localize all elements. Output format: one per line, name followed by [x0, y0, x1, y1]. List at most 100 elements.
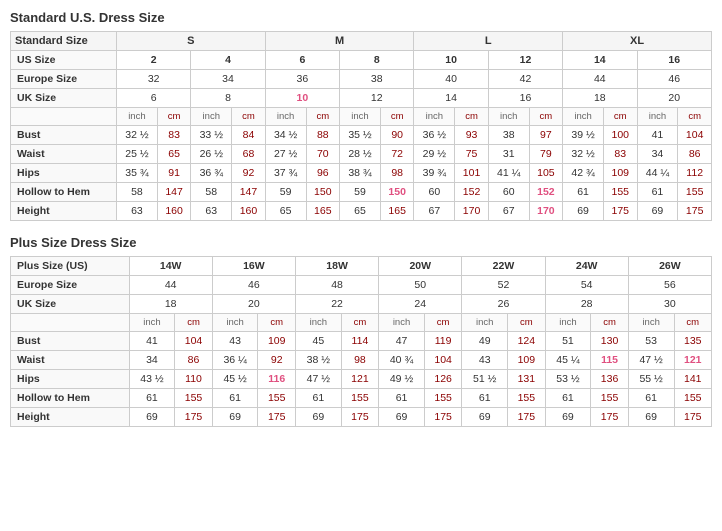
- unit-cm-5: cm: [455, 108, 489, 126]
- std-bust-1: 83: [157, 126, 191, 145]
- std-waist-14: 34: [637, 145, 678, 164]
- plus-waist-2: 36 ¼: [212, 351, 258, 370]
- plus-hips-3: 116: [258, 370, 295, 389]
- plus-unit-cm-3: cm: [341, 314, 378, 332]
- plus-uk-24: 24: [379, 295, 462, 314]
- std-hips-9: 101: [455, 164, 489, 183]
- plus-height-6: 69: [379, 408, 425, 427]
- plus-hips-10: 53 ½: [545, 370, 591, 389]
- europe-size-label: Europe Size: [11, 70, 117, 89]
- plus-hollow-to-hem-2: 61: [212, 389, 258, 408]
- plus-height-2: 69: [212, 408, 258, 427]
- unit-inch-7: inch: [563, 108, 604, 126]
- plus-hollow-to-hem-5: 155: [341, 389, 378, 408]
- plus-bust-2: 43: [212, 332, 258, 351]
- std-waist-3: 68: [232, 145, 266, 164]
- plus-waist-4: 38 ½: [295, 351, 341, 370]
- std-hollow-to-hem-13: 155: [604, 183, 638, 202]
- standard-size-header: Standard Size: [11, 32, 117, 51]
- plus-height-5: 175: [341, 408, 378, 427]
- unit-cm-6: cm: [529, 108, 563, 126]
- std-waist-1: 65: [157, 145, 191, 164]
- std-hollow-to-hem-4: 59: [265, 183, 306, 202]
- plus-eu-46: 46: [212, 276, 295, 295]
- plus-uk-26: 26: [462, 295, 545, 314]
- measurement-label-waist: Waist: [11, 145, 117, 164]
- unit-inch-2: inch: [191, 108, 232, 126]
- plus-bust-6: 47: [379, 332, 425, 351]
- us-4: 4: [191, 51, 265, 70]
- plus-hips-1: 110: [175, 370, 212, 389]
- std-hollow-to-hem-0: 58: [116, 183, 157, 202]
- std-bust-13: 100: [604, 126, 638, 145]
- plus-waist-0: 34: [129, 351, 175, 370]
- plus-hollow-to-hem-6: 61: [379, 389, 425, 408]
- unit-cm-1: cm: [157, 108, 191, 126]
- plus-bust-5: 114: [341, 332, 378, 351]
- std-height-11: 170: [529, 202, 563, 221]
- plus-waist-9: 109: [508, 351, 545, 370]
- std-hollow-to-hem-10: 60: [488, 183, 529, 202]
- std-hollow-to-hem-1: 147: [157, 183, 191, 202]
- plus-hips-12: 55 ½: [628, 370, 674, 389]
- plus-bust-7: 119: [424, 332, 461, 351]
- std-waist-13: 83: [604, 145, 638, 164]
- eu-44: 44: [563, 70, 637, 89]
- std-hollow-to-hem-15: 155: [678, 183, 712, 202]
- plus-uk-label: UK Size: [11, 295, 130, 314]
- plus-measurement-label-hips: Hips: [11, 370, 130, 389]
- plus-hollow-to-hem-3: 155: [258, 389, 295, 408]
- plus-bust-10: 51: [545, 332, 591, 351]
- std-hips-11: 105: [529, 164, 563, 183]
- std-waist-5: 70: [306, 145, 340, 164]
- plus-height-7: 175: [424, 408, 461, 427]
- std-waist-12: 32 ½: [563, 145, 604, 164]
- uk-6: 6: [116, 89, 190, 108]
- plus-waist-3: 92: [258, 351, 295, 370]
- std-height-13: 175: [604, 202, 638, 221]
- std-height-7: 165: [380, 202, 414, 221]
- unit-cm-8: cm: [678, 108, 712, 126]
- plus-height-9: 175: [508, 408, 545, 427]
- eu-40: 40: [414, 70, 488, 89]
- plus-waist-7: 104: [424, 351, 461, 370]
- std-hips-7: 98: [380, 164, 414, 183]
- std-bust-6: 35 ½: [340, 126, 381, 145]
- plus-hips-4: 47 ½: [295, 370, 341, 389]
- standard-title: Standard U.S. Dress Size: [10, 10, 712, 25]
- std-hollow-to-hem-12: 61: [563, 183, 604, 202]
- plus-height-11: 175: [591, 408, 628, 427]
- plus-height-4: 69: [295, 408, 341, 427]
- us-12: 12: [488, 51, 562, 70]
- plus-hips-11: 136: [591, 370, 628, 389]
- plus-height-12: 69: [628, 408, 674, 427]
- plus-eu-52: 52: [462, 276, 545, 295]
- unit-cm-2: cm: [232, 108, 266, 126]
- std-waist-6: 28 ½: [340, 145, 381, 164]
- plus-height-0: 69: [129, 408, 175, 427]
- measurement-label-height: Height: [11, 202, 117, 221]
- unit-cm-3: cm: [306, 108, 340, 126]
- plus-unit-inch-2: inch: [212, 314, 258, 332]
- plus-unit-inch-1: inch: [129, 314, 175, 332]
- plus-eu-56: 56: [628, 276, 711, 295]
- unit-spacer: [11, 108, 117, 126]
- plus-unit-cm-4: cm: [424, 314, 461, 332]
- us-14: 14: [563, 51, 637, 70]
- std-bust-8: 36 ½: [414, 126, 455, 145]
- plus-bust-13: 135: [674, 332, 712, 351]
- unit-inch-8: inch: [637, 108, 678, 126]
- std-hips-14: 44 ¼: [637, 164, 678, 183]
- std-bust-10: 38: [488, 126, 529, 145]
- unit-inch-3: inch: [265, 108, 306, 126]
- plus-unit-cm-1: cm: [175, 314, 212, 332]
- std-bust-3: 84: [232, 126, 266, 145]
- plus-unit-inch-3: inch: [295, 314, 341, 332]
- std-height-0: 63: [116, 202, 157, 221]
- std-hollow-to-hem-6: 59: [340, 183, 381, 202]
- std-hollow-to-hem-5: 150: [306, 183, 340, 202]
- std-height-8: 67: [414, 202, 455, 221]
- plus-uk-20: 20: [212, 295, 295, 314]
- plus-hollow-to-hem-8: 61: [462, 389, 508, 408]
- std-height-1: 160: [157, 202, 191, 221]
